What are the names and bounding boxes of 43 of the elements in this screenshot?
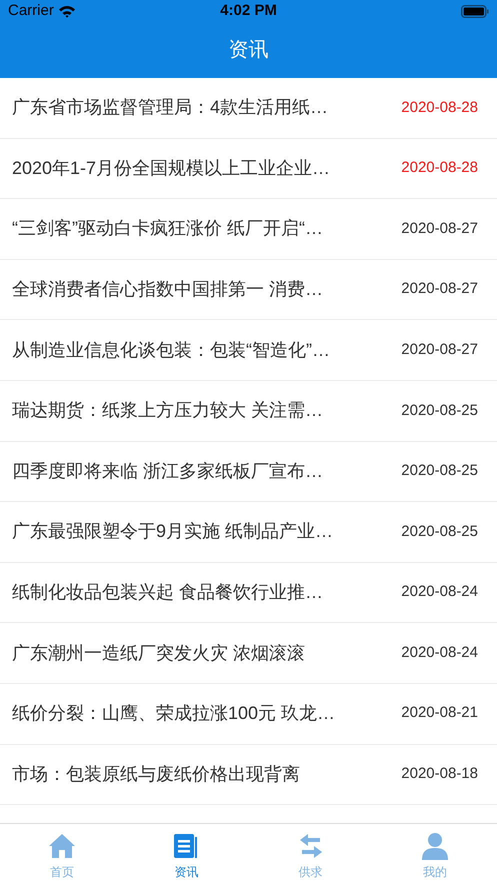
clock: 4:02 PM xyxy=(220,0,277,21)
news-row[interactable]: 市场：包装原纸与废纸价格出现背离 2020-08-18 xyxy=(0,744,497,806)
wifi-icon xyxy=(58,4,76,18)
news-date: 2020-08-28 xyxy=(401,98,478,118)
news-title: 广东最强限塑令于9月实施 纸制品产业… xyxy=(12,520,334,544)
news-date: 2020-08-25 xyxy=(401,400,478,421)
news-row[interactable]: 全球消费者信心指数中国排第一 消费… 2020-08-27 xyxy=(0,260,497,320)
news-title: 广东潮州一造纸厂突发火灾 浓烟滚滚 xyxy=(12,642,306,665)
page-title: 资讯 xyxy=(228,38,268,63)
news-row[interactable]: 2020年1-7月份全国规模以上工业企业… 2020-08-28 xyxy=(0,138,497,200)
news-date: 2020-08-27 xyxy=(401,218,478,239)
battery-icon xyxy=(460,4,489,18)
news-row[interactable]: 纸价分裂：山鹰、荣成拉涨100元 玖龙… 2020-08-21 xyxy=(0,684,497,745)
news-title: 从制造业信息化谈包装：包装“智造化”… xyxy=(12,338,330,362)
news-date: 2020-08-24 xyxy=(401,642,478,663)
news-date: 2020-08-25 xyxy=(401,461,478,482)
news-title: 全球消费者信心指数中国排第一 消费… xyxy=(12,278,324,302)
news-row[interactable]: 广东最强限塑令于9月实施 纸制品产业… 2020-08-25 xyxy=(0,502,497,563)
news-row[interactable]: 广东省市场监督管理局：4款生活用纸… 2020-08-28 xyxy=(0,78,497,139)
news-title: 2020年1-7月份全国规模以上工业企业… xyxy=(12,156,330,180)
news-title: 纸制化妆品包装兴起 食品餐饮行业推… xyxy=(12,581,324,604)
news-date: 2020-08-28 xyxy=(401,158,478,178)
news-row[interactable]: 纸制化妆品包装兴起 食品餐饮行业推… 2020-08-24 xyxy=(0,562,497,624)
news-title: 纸价分裂：山鹰、荣成拉涨100元 玖龙… xyxy=(12,702,336,726)
news-date: 2020-08-24 xyxy=(401,582,478,602)
news-date: 2020-08-21 xyxy=(401,703,478,724)
news-row[interactable]: 广东潮州一造纸厂突发火灾 浓烟滚滚 2020-08-24 xyxy=(0,623,497,684)
news-title: 瑞达期货：纸浆上方压力较大 关注需… xyxy=(12,399,324,422)
news-date: 2020-08-27 xyxy=(401,279,478,300)
news-row[interactable]: “三剑客”驱动白卡疯狂涨价 纸厂开启“… 2020-08-27 xyxy=(0,199,497,260)
news-date: 2020-08-25 xyxy=(401,522,478,542)
news-date: 2020-08-27 xyxy=(401,340,478,360)
news-row[interactable]: 瑞达期货：纸浆上方压力较大 关注需… 2020-08-25 xyxy=(0,380,497,442)
news-title: 四季度即将来临 浙江多家纸板厂宣布… xyxy=(12,460,324,483)
carrier-label: Carrier xyxy=(8,0,54,21)
person-icon xyxy=(420,830,450,860)
tab-bar-item[interactable]: 资讯 xyxy=(124,824,248,883)
news-title: 市场：包装原纸与废纸价格出现背离 xyxy=(12,762,300,786)
news-row[interactable]: 四季度即将来临 浙江多家纸板厂宣布… 2020-08-25 xyxy=(0,442,497,502)
news-title: 广东省市场监督管理局：4款生活用纸… xyxy=(12,96,328,120)
news-date: 2020-08-18 xyxy=(401,764,478,784)
news-title: “三剑客”驱动白卡疯狂涨价 纸厂开启“… xyxy=(12,217,323,240)
news-row[interactable]: 从制造业信息化谈包装：包装“智造化”… 2020-08-27 xyxy=(0,320,497,381)
